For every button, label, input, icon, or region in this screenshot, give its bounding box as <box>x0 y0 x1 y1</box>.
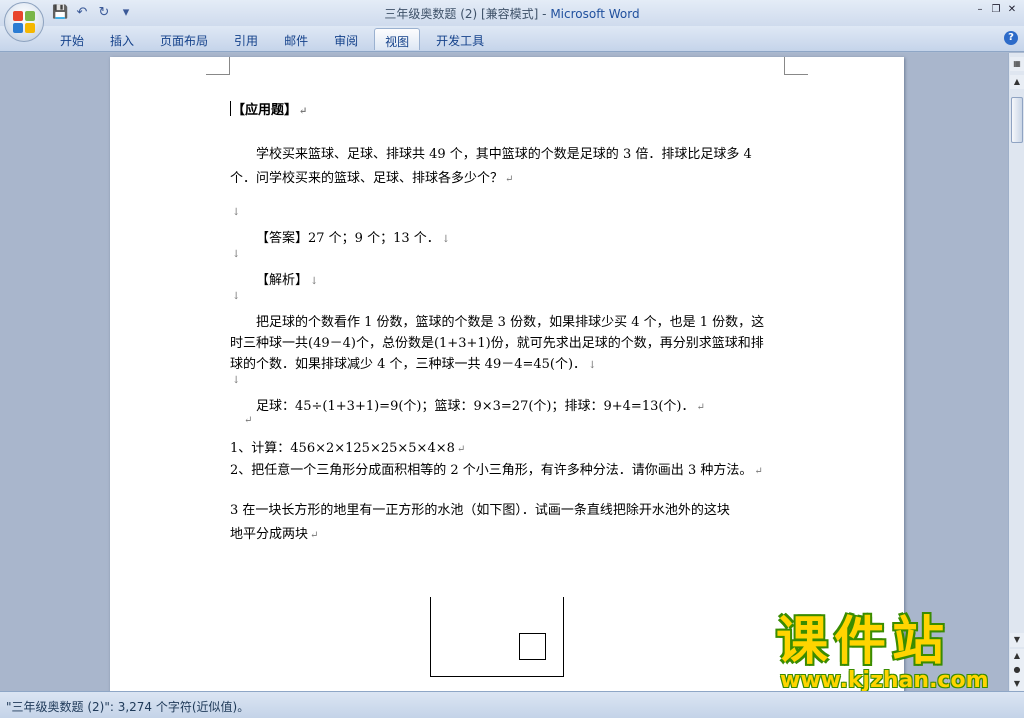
scroll-down-icon[interactable]: ▼ <box>1010 633 1024 647</box>
margin-corner-left <box>206 57 230 75</box>
answer-line: 【答案】27 个；9 个；13 个． ↓ <box>256 231 451 246</box>
tab-review[interactable]: 审阅 <box>324 28 368 50</box>
restore-icon[interactable]: ❐ <box>988 2 1004 18</box>
watermark-brand: 课件站 <box>776 612 951 672</box>
problem-text-1: 学校买来篮球、足球、排球共 49 个，其中篮球的个数是足球的 3 倍．排球比足球… <box>256 147 752 162</box>
solution-text: 足球：45÷(1+3+1)=9(个)；篮球：9×3=27(个)；排球：9+4=1… <box>256 399 695 414</box>
solution-line: 足球：45÷(1+3+1)=9(个)；篮球：9×3=27(个)；排球：9+4=1… <box>256 399 705 414</box>
select-browse-object-icon[interactable]: ● <box>1010 663 1024 677</box>
margin-corner-right <box>784 57 808 75</box>
close-icon[interactable]: ✕ <box>1004 2 1020 18</box>
watermark-url: www.kjzhan.com <box>780 668 989 693</box>
analysis-label: 【解析】 <box>256 273 309 288</box>
analysis-line-3: 球的个数．如果排球减少 4 个，三种球一共 49－4=45(个)． ↓ <box>230 357 597 372</box>
minimize-icon[interactable]: – <box>972 2 988 18</box>
tab-page-layout[interactable]: 页面布局 <box>150 28 218 50</box>
question-1-text: 1、计算：456×2×125×25×5×4×8 <box>230 441 455 456</box>
office-logo-icon <box>13 11 35 33</box>
line-break-mark: ↓ <box>232 249 241 260</box>
tab-references[interactable]: 引用 <box>224 28 268 50</box>
ruler-toggle-icon[interactable]: ▦ <box>1010 57 1024 71</box>
paragraph-mark: ↵ <box>244 415 253 426</box>
analysis-line-2: 时三种球一共(49－4)个，总份数是(1+3+1)份，就可先求出足球的个数，再分… <box>230 332 764 351</box>
vertical-scrollbar[interactable]: ▦ ▲ ▼ ▲ ● ▼ <box>1008 53 1024 691</box>
analysis-text-3: 球的个数．如果排球减少 4 个，三种球一共 49－4=45(个)． <box>230 357 587 372</box>
question-2-text: 2、把任意一个三角形分成面积相等的 2 个小三角形，有许多种分法．请你画出 3 … <box>230 463 753 478</box>
problem-line-1: 学校买来篮球、足球、排球共 49 个，其中篮球的个数是足球的 3 倍．排球比足球… <box>256 143 752 162</box>
tab-developer[interactable]: 开发工具 <box>426 28 494 50</box>
ribbon: 开始 插入 页面布局 引用 邮件 审阅 视图 开发工具 ? <box>0 26 1024 52</box>
question-1-line: 1、计算：456×2×125×25×5×4×8 ↵ <box>230 441 466 456</box>
question-3-line-1: 3 在一块长方形的地里有一正方形的水池（如下图）．试画一条直线把除开水池外的这块 <box>230 499 730 518</box>
help-icon[interactable]: ? <box>1004 31 1018 45</box>
document-page[interactable]: 【应用题】 ↵ 学校买来篮球、足球、排球共 49 个，其中篮球的个数是足球的 3 … <box>110 57 904 691</box>
problem-text-2: 个．问学校买来的篮球、足球、排球各多少个？ <box>230 171 504 186</box>
previous-page-icon[interactable]: ▲ <box>1010 649 1024 663</box>
analysis-line-1: 把足球的个数看作 1 份数，篮球的个数是 3 份数，如果排球少买 4 个，也是 … <box>256 311 764 330</box>
question-2-line: 2、把任意一个三角形分成面积相等的 2 个小三角形，有许多种分法．请你画出 3 … <box>230 463 763 478</box>
question-3-line-2: 地平分成两块 ↵ <box>230 527 319 542</box>
title-bar: 💾 ↶ ↻ ▾ 三年级奥数题 (2) [兼容模式] - Microsoft Wo… <box>0 0 1024 26</box>
next-page-icon[interactable]: ▼ <box>1010 677 1024 691</box>
heading-line: 【应用题】 ↵ <box>230 101 308 118</box>
scroll-up-icon[interactable]: ▲ <box>1010 75 1024 89</box>
document-title: 三年级奥数题 (2) [兼容模式] - <box>384 7 551 21</box>
window-title: 三年级奥数题 (2) [兼容模式] - Microsoft Word <box>0 5 1024 22</box>
analysis-text-2: 时三种球一共(49－4)个，总份数是(1+3+1)份，就可先求出足球的个数，再分… <box>230 336 764 351</box>
word-count-status[interactable]: "三年级奥数题 (2)": 3,274 个字符(近似值)。 <box>6 698 249 715</box>
tab-insert[interactable]: 插入 <box>100 28 144 50</box>
scrollbar-thumb[interactable] <box>1011 97 1023 143</box>
watermark: 课件站 www.kjzhan.com <box>768 612 1008 693</box>
section-heading: 【应用题】 <box>232 103 298 118</box>
office-button[interactable] <box>4 2 44 42</box>
ribbon-tabs: 开始 插入 页面布局 引用 邮件 审阅 视图 开发工具 <box>50 28 500 50</box>
analysis-label-line: 【解析】 ↓ <box>256 273 319 288</box>
tab-mailings[interactable]: 邮件 <box>274 28 318 50</box>
window-controls: – ❐ ✕ <box>972 2 1020 18</box>
question-3-text-1: 3 在一块长方形的地里有一正方形的水池（如下图）．试画一条直线把除开水池外的这块 <box>230 503 730 518</box>
tab-view[interactable]: 视图 <box>374 28 421 50</box>
line-break-mark: ↓ <box>232 291 241 302</box>
rectangle-pool-figure <box>430 597 564 677</box>
analysis-text-1: 把足球的个数看作 1 份数，篮球的个数是 3 份数，如果排球少买 4 个，也是 … <box>256 315 765 330</box>
tab-home[interactable]: 开始 <box>50 28 94 50</box>
line-break-mark: ↓ <box>232 375 241 386</box>
status-bar: "三年级奥数题 (2)": 3,274 个字符(近似值)。 <box>0 691 1024 718</box>
question-3-text-2: 地平分成两块 <box>230 527 309 542</box>
text-cursor <box>230 101 231 116</box>
answer-text: 【答案】27 个；9 个；13 个． <box>256 231 440 246</box>
app-name: Microsoft Word <box>550 7 640 21</box>
document-workspace: 【应用题】 ↵ 学校买来篮球、足球、排球共 49 个，其中篮球的个数是足球的 3 … <box>0 53 1008 691</box>
square-pool <box>519 633 546 660</box>
problem-line-2: 个．问学校买来的篮球、足球、排球各多少个？ ↵ <box>230 171 514 186</box>
line-break-mark: ↓ <box>232 207 241 218</box>
